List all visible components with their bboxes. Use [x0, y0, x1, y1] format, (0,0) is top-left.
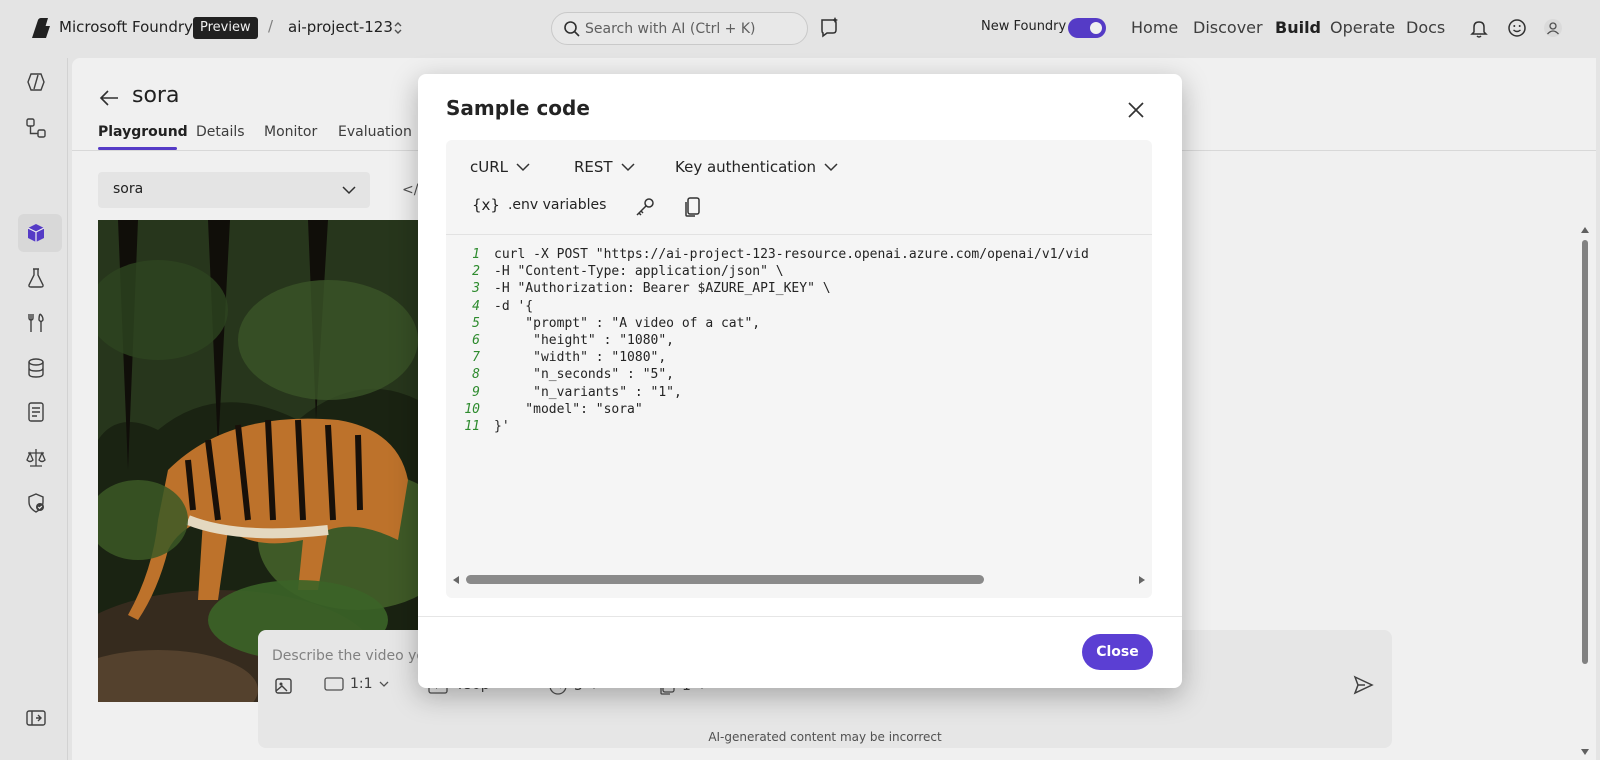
line-number: 6	[472, 333, 480, 349]
line-content: "model": "sora"	[494, 401, 643, 417]
line-number: 2	[472, 264, 480, 280]
code-line: 8 "n_seconds" : "5",	[446, 366, 1152, 383]
line-content: "width" : "1080",	[494, 350, 667, 366]
line-content: "height" : "1080",	[494, 333, 675, 349]
line-content: }'	[494, 419, 510, 435]
footer-divider	[418, 616, 1182, 617]
code-divider	[446, 234, 1152, 235]
code-line: 2 -H "Content-Type: application/json" \	[446, 263, 1152, 280]
copy-icon[interactable]	[682, 196, 704, 218]
sample-code-dialog: Sample code cURL REST Key authentication…	[418, 74, 1182, 688]
line-content: "prompt" : "A video of a cat",	[494, 315, 761, 331]
line-content: -H "Authorization: Bearer $AZURE_API_KEY…	[494, 281, 831, 297]
auth-dropdown[interactable]: Key authentication	[675, 158, 838, 176]
env-variables-label: .env variables	[507, 197, 607, 213]
code-line: 5 "prompt" : "A video of a cat",	[446, 315, 1152, 332]
code-line: 11 }'	[446, 418, 1152, 435]
line-number: 10	[464, 401, 480, 417]
code-line: 7 "width" : "1080",	[446, 349, 1152, 366]
line-number: 7	[472, 350, 480, 366]
line-number: 8	[472, 367, 480, 383]
line-content: "n_seconds" : "5",	[494, 367, 675, 383]
line-number: 1	[472, 247, 480, 262]
scroll-left-arrow-icon[interactable]	[452, 576, 460, 584]
language-dropdown[interactable]: cURL	[470, 158, 530, 176]
line-number: 9	[472, 384, 480, 400]
line-content: -d '{	[494, 298, 534, 314]
horizontal-scrollbar-thumb[interactable]	[466, 575, 984, 584]
language-value: cURL	[470, 158, 509, 176]
env-variables-button[interactable]: {x} .env variables	[472, 196, 606, 214]
line-number: 4	[472, 298, 480, 314]
code-block[interactable]: 1 curl -X POST "https://ai-project-123-re…	[446, 246, 1152, 566]
scroll-right-arrow-icon[interactable]	[1138, 576, 1146, 584]
close-icon[interactable]	[1126, 100, 1146, 120]
auth-value: Key authentication	[675, 158, 817, 176]
code-line: 10 "model": "sora"	[446, 401, 1152, 418]
variable-braces-icon: {x}	[472, 196, 500, 214]
close-button[interactable]: Close	[1082, 634, 1153, 670]
code-line: 3 -H "Authorization: Bearer $AZURE_API_KE…	[446, 280, 1152, 297]
chevron-down-icon	[824, 163, 838, 172]
code-line: 4 -d '{	[446, 298, 1152, 315]
chevron-down-icon	[516, 163, 530, 172]
line-number: 11	[464, 419, 480, 435]
line-content: -H "Content-Type: application/json" \	[494, 264, 784, 280]
code-line: 6 "height" : "1080",	[446, 332, 1152, 349]
line-number: 3	[472, 281, 480, 297]
line-content: "n_variants" : "1",	[494, 384, 682, 400]
code-line: 9 "n_variants" : "1",	[446, 384, 1152, 401]
key-icon[interactable]	[634, 196, 656, 218]
line-number: 5	[472, 315, 480, 331]
code-line: 1 curl -X POST "https://ai-project-123-re…	[446, 246, 1152, 263]
api-type-dropdown[interactable]: REST	[574, 158, 635, 176]
code-panel: cURL REST Key authentication {x} .env va…	[446, 140, 1152, 598]
line-content: curl -X POST "https://ai-project-123-res…	[494, 247, 1089, 262]
chevron-down-icon	[621, 163, 635, 172]
dialog-title: Sample code	[446, 96, 590, 120]
api-type-value: REST	[574, 158, 613, 176]
